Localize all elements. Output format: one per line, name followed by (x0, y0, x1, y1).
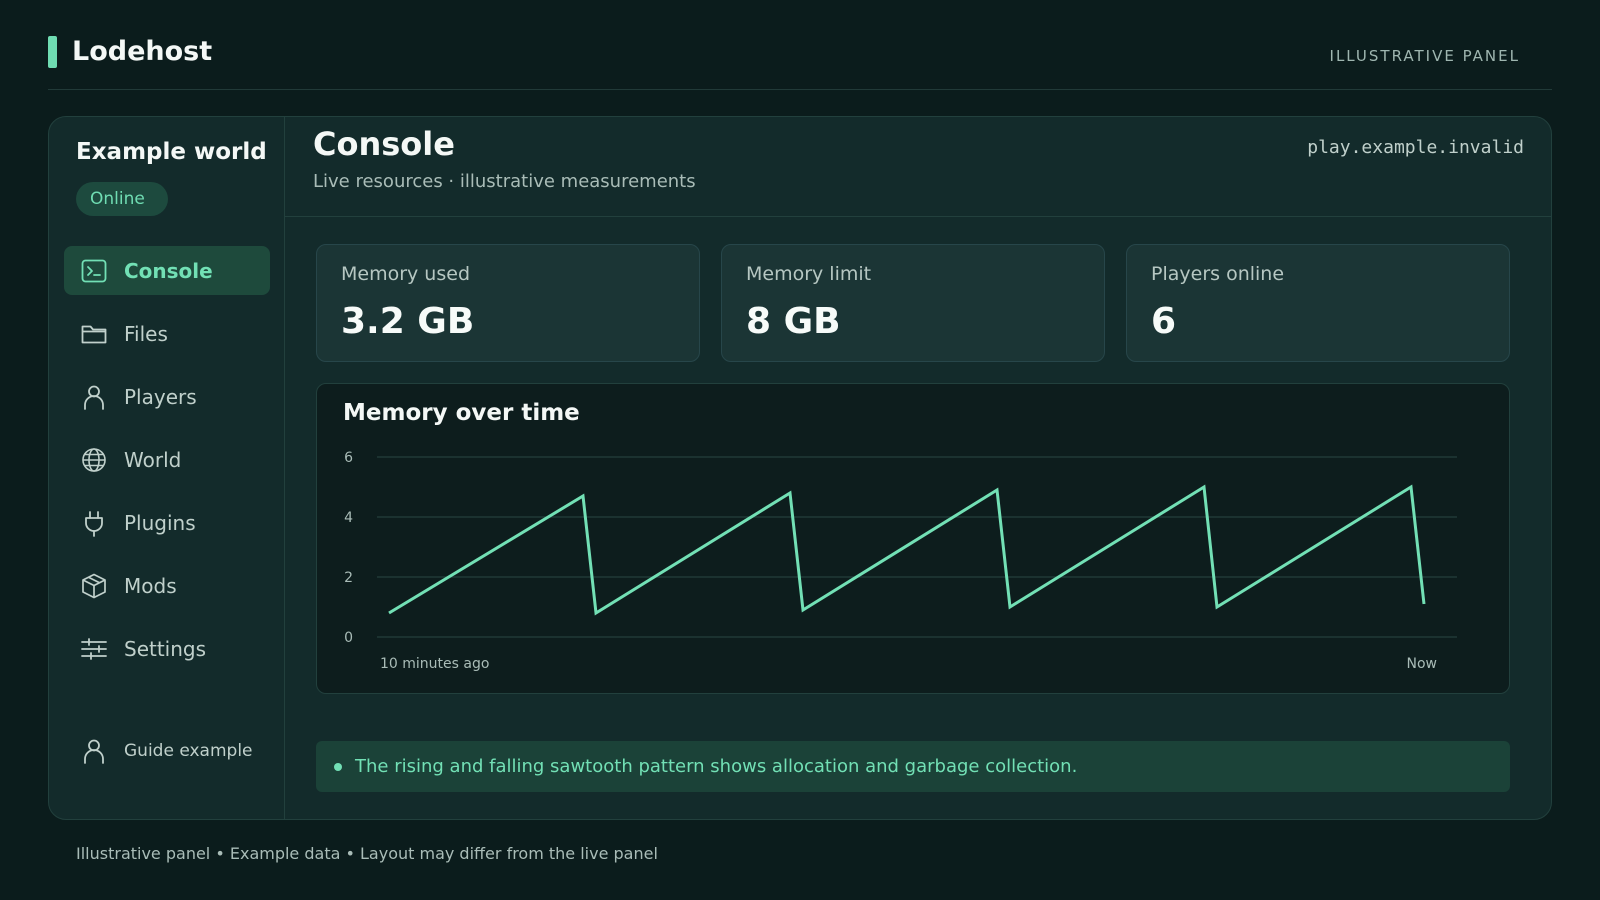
terminal-icon (81, 259, 107, 282)
stat-memory-limit: Memory limit 8 GB (721, 244, 1105, 362)
x-end-label: Now (1407, 656, 1438, 672)
stat-value: 6 (1151, 301, 1177, 342)
sidebar-item-label: World (124, 447, 182, 472)
sidebar-item-world[interactable]: World (64, 435, 270, 484)
stat-players-online: Players online 6 (1126, 244, 1510, 362)
sidebar-item-players[interactable]: Players (64, 372, 270, 421)
sidebar-item-files[interactable]: Files (64, 309, 270, 358)
brand-name: Lodehost (72, 36, 213, 67)
stat-value: 8 GB (746, 301, 841, 342)
stat-label: Players online (1151, 263, 1285, 285)
bullet-dot-icon (334, 762, 342, 771)
cube-icon (82, 573, 106, 598)
y-tick-label: 0 (344, 630, 353, 646)
memory-series-line (388, 484, 1426, 616)
stat-memory-used: Memory used 3.2 GB (316, 244, 700, 362)
stat-label: Memory used (341, 263, 471, 285)
info-note: The rising and falling sawtooth pattern … (316, 741, 1510, 792)
memory-chart: 0 2 4 6 10 minutes ago Now (344, 450, 1457, 672)
page-title: Console (313, 125, 455, 163)
sliders-icon (81, 637, 107, 660)
guide-user[interactable]: Guide example (80, 737, 253, 765)
brand[interactable]: Lodehost (48, 36, 212, 68)
person-icon (84, 739, 104, 764)
globe-icon (82, 447, 106, 472)
folder-icon (81, 325, 107, 343)
status-badge: Online (76, 182, 168, 216)
sidebar-item-console[interactable]: Console (64, 246, 270, 295)
y-tick-label: 2 (344, 570, 353, 586)
server-address[interactable]: play.example.invalid (1307, 137, 1524, 158)
main-content: Console Live resources · illustrative me… (285, 117, 1551, 819)
stat-label: Memory limit (746, 263, 872, 285)
sidebar-item-label: Console (124, 258, 213, 283)
x-start-label: 10 minutes ago (380, 656, 489, 672)
person-icon (84, 385, 104, 410)
sidebar-item-label: Settings (124, 636, 207, 661)
stat-value: 3.2 GB (341, 301, 475, 342)
world-name: Example world (76, 139, 267, 165)
sidebar-item-label: Players (124, 384, 197, 409)
page-header: Console Live resources · illustrative me… (285, 117, 1551, 217)
sidebar-item-mods[interactable]: Mods (64, 561, 270, 610)
memory-chart-card: Memory over time 0 2 4 6 10 minutes ago Now (316, 383, 1510, 694)
page-subtitle: Live resources · illustrative measuremen… (313, 171, 696, 192)
footer-text: Illustrative panel • Example data • Layo… (76, 844, 658, 863)
sidebar-item-plugins[interactable]: Plugins (64, 498, 270, 547)
sidebar-item-label: Mods (124, 573, 177, 598)
sidebar: Example world Online Console Files Playe… (49, 117, 285, 819)
top-bar: Lodehost ILLUSTRATIVE PANEL (48, 36, 1552, 90)
panel-label: ILLUSTRATIVE PANEL (1329, 47, 1520, 65)
y-tick-label: 4 (344, 510, 353, 526)
note-text: The rising and falling sawtooth pattern … (355, 756, 1078, 777)
sidebar-nav: Console Files Players World Plugins Mods… (64, 246, 270, 687)
y-tick-label: 6 (344, 450, 353, 466)
sidebar-item-label: Files (124, 321, 168, 346)
guide-label: Guide example (124, 741, 253, 761)
server-card: Example world Online Console Files Playe… (48, 116, 1552, 820)
sidebar-item-label: Plugins (124, 510, 196, 535)
sidebar-item-settings[interactable]: Settings (64, 624, 270, 673)
plug-icon (85, 510, 103, 537)
brand-logo-mark (48, 36, 57, 68)
